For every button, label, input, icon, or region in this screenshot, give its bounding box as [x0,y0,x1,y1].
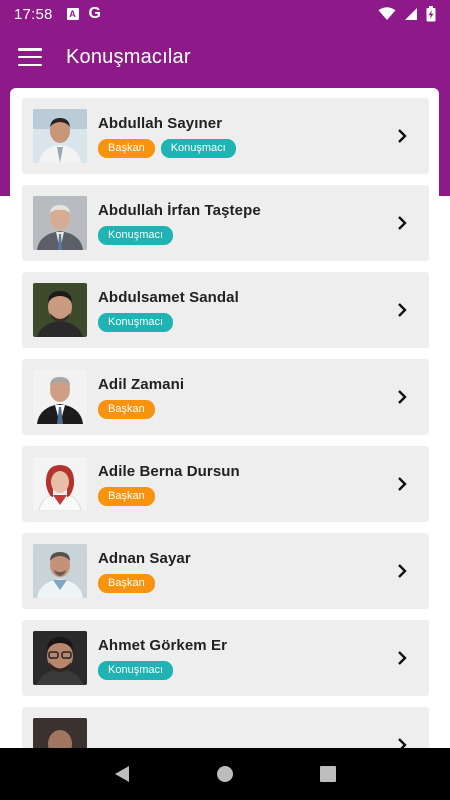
system-nav-bar [0,748,450,800]
chevron-right-icon [387,128,417,144]
role-badge-konusmaci: Konuşmacı [98,225,174,245]
speaker-avatar [33,457,87,511]
speaker-name: Abdullah Sayıner [98,114,223,132]
hamburger-icon[interactable] [18,48,42,66]
chevron-right-icon [387,476,417,492]
battery-charging-icon [426,6,436,22]
speaker-card[interactable]: Adile Berna Dursun Başkan [22,446,429,522]
app-bar: Konuşmacılar [0,28,450,86]
wifi-icon [378,7,396,20]
speaker-avatar [33,109,87,163]
speaker-name: Abdulsamet Sandal [98,288,239,306]
chevron-right-icon [387,215,417,231]
speaker-card[interactable]: Abdulsamet Sandal Konuşmacı [22,272,429,348]
role-badge-baskan: Başkan [98,573,155,593]
speaker-avatar [33,718,87,748]
speakers-list[interactable]: Abdullah Sayıner Başkan Konuşmacı Abdull… [22,98,429,748]
speaker-name: Adil Zamani [98,375,185,393]
speaker-avatar [33,283,87,337]
speakers-sheet: Abdullah Sayıner Başkan Konuşmacı Abdull… [10,88,439,748]
chevron-right-icon [387,563,417,579]
speaker-card[interactable]: Abdullah İrfan Taştepe Konuşmacı [22,185,429,261]
speaker-card[interactable]: Adil Zamani Başkan [22,359,429,435]
speaker-card[interactable] [22,707,429,748]
speaker-avatar [33,631,87,685]
accessibility-a-icon: A [66,8,79,20]
speaker-avatar [33,544,87,598]
speaker-card[interactable]: Ahmet Görkem Er Konuşmacı [22,620,429,696]
speaker-name: Ahmet Görkem Er [98,636,228,654]
chevron-right-icon [387,389,417,405]
back-icon[interactable] [107,759,137,789]
role-badge-konusmaci: Konuşmacı [98,312,174,332]
speaker-name: Adile Berna Dursun [98,462,240,480]
speaker-name: Adnan Sayar [98,549,191,567]
chevron-right-icon [387,302,417,318]
speaker-card[interactable]: Adnan Sayar Başkan [22,533,429,609]
google-g-icon: G [88,5,101,22]
role-badge-baskan: Başkan [98,138,155,158]
status-bar: 17:58 A G [0,0,450,28]
speaker-avatar [33,196,87,250]
speaker-card[interactable]: Abdullah Sayıner Başkan Konuşmacı [22,98,429,174]
chevron-right-icon [387,650,417,666]
speaker-avatar [33,370,87,424]
home-icon[interactable] [210,759,240,789]
signal-icon [405,8,417,20]
role-badge-konusmaci: Konuşmacı [98,660,174,680]
speaker-name: Abdullah İrfan Taştepe [98,201,261,219]
role-badge-konusmaci: Konuşmacı [160,138,236,158]
role-badge-baskan: Başkan [98,399,155,419]
recents-icon[interactable] [313,759,343,789]
chevron-right-icon [387,737,417,748]
page-title: Konuşmacılar [66,45,191,68]
role-badge-baskan: Başkan [98,486,155,506]
status-time: 17:58 [14,5,53,23]
